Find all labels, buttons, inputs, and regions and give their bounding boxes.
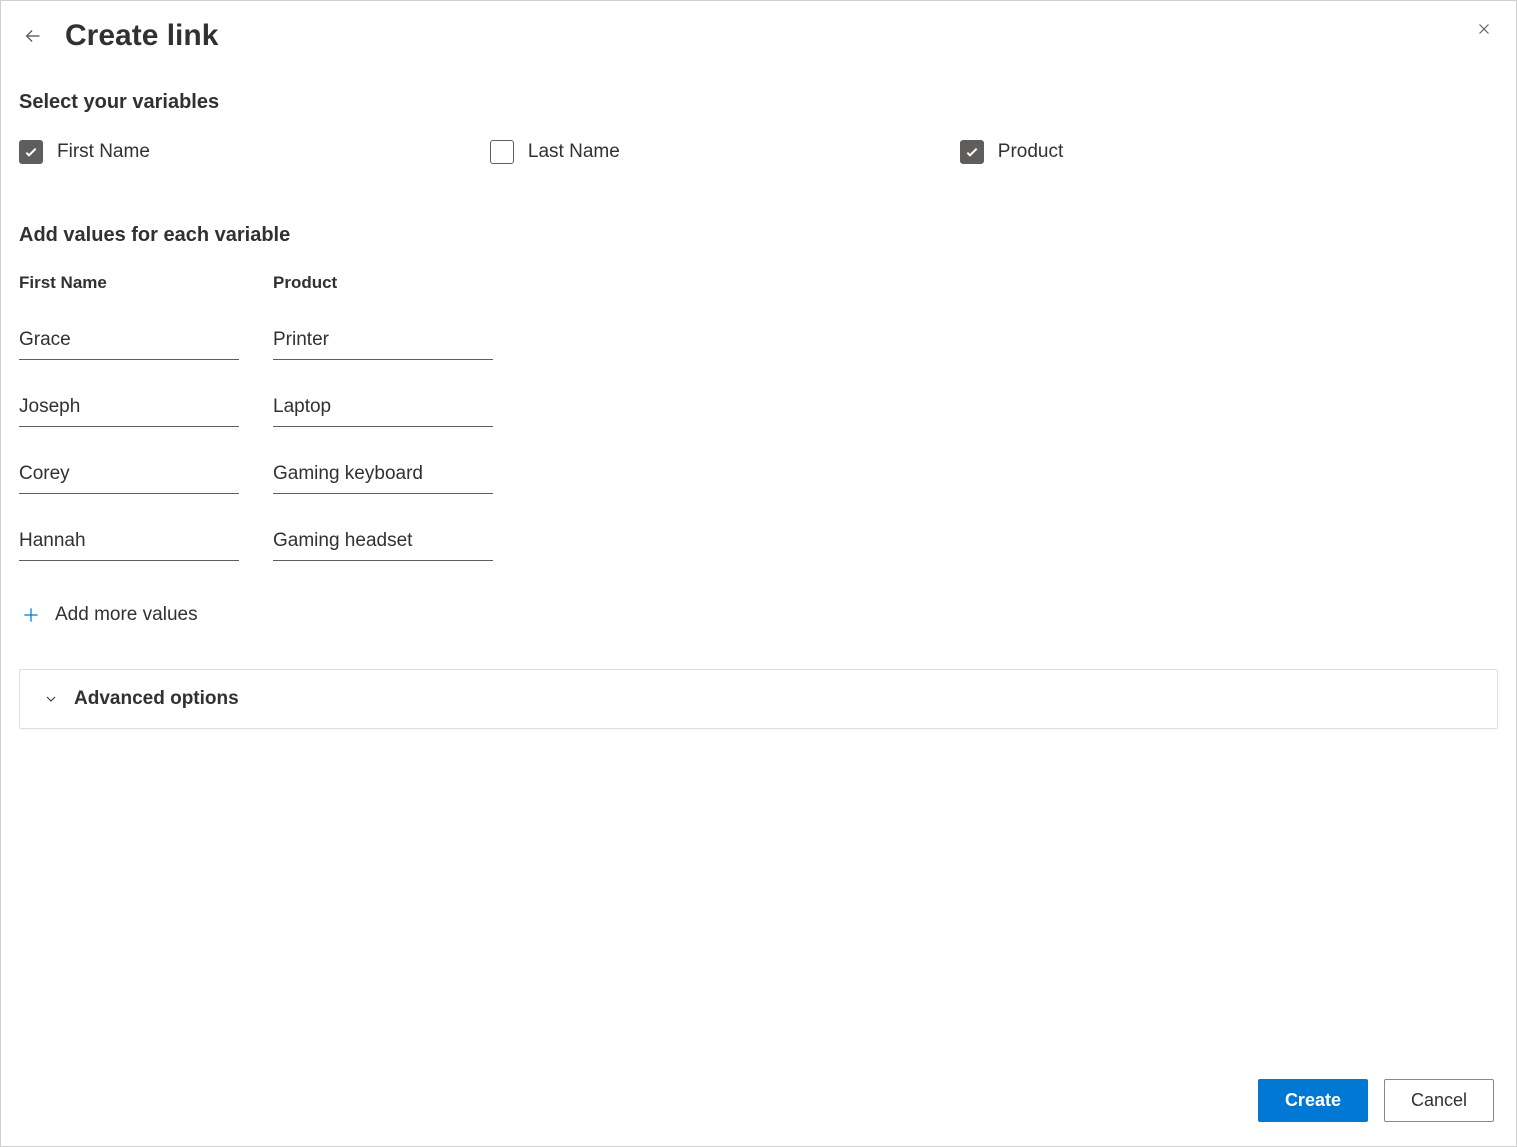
product-input[interactable] [273,388,493,427]
checkbox-input[interactable] [19,140,43,164]
checkbox-product[interactable]: Product [960,140,1063,164]
first-name-input[interactable] [19,321,239,360]
checkbox-last-name[interactable]: Last Name [490,140,620,164]
chevron-down-icon [42,690,60,708]
variables-checkbox-row: First Name Last Name Product [19,140,1498,164]
plus-icon [19,603,43,627]
advanced-options-label: Advanced options [74,688,239,710]
cancel-button[interactable]: Cancel [1384,1079,1494,1122]
checkbox-label: Last Name [528,141,620,163]
values-block: First Name Product [19,273,1498,627]
select-variables-heading: Select your variables [19,91,1498,114]
checkbox-input[interactable] [490,140,514,164]
dialog-footer: Create Cancel [1,1061,1516,1146]
first-name-input[interactable] [19,455,239,494]
checkbox-first-name[interactable]: First Name [19,140,150,164]
checkbox-input[interactable] [960,140,984,164]
add-values-heading: Add values for each variable [19,224,1498,247]
column-first-name: First Name [19,273,239,589]
back-icon[interactable] [19,22,47,50]
product-input[interactable] [273,522,493,561]
dialog-content: Select your variables First Name Last Na… [1,63,1516,1061]
page-title: Create link [65,19,218,53]
column-header: Product [273,273,493,293]
values-columns: First Name Product [19,273,1498,589]
advanced-options-toggle[interactable]: Advanced options [19,669,1498,729]
dialog-header: Create link [1,1,1516,63]
add-more-label: Add more values [55,604,198,626]
first-name-input[interactable] [19,388,239,427]
add-more-values-button[interactable]: Add more values [19,603,1498,627]
first-name-input[interactable] [19,522,239,561]
product-input[interactable] [273,321,493,360]
product-input[interactable] [273,455,493,494]
checkbox-label: Product [998,141,1063,163]
close-icon[interactable] [1470,15,1498,43]
create-button[interactable]: Create [1258,1079,1368,1122]
checkbox-label: First Name [57,141,150,163]
column-product: Product [273,273,493,589]
create-link-dialog: Create link Select your variables First … [0,0,1517,1147]
column-header: First Name [19,273,239,293]
